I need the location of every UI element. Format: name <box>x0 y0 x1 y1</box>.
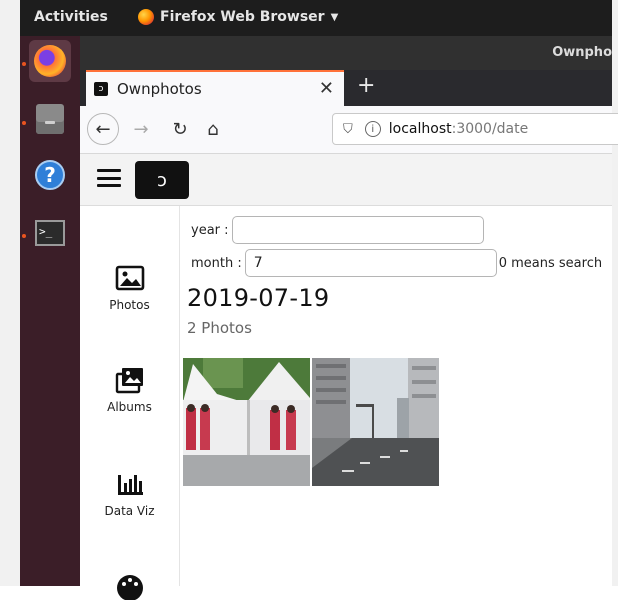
running-indicator <box>22 234 26 238</box>
dock: ? >_ <box>20 36 80 586</box>
photo-icon <box>115 265 144 291</box>
app-menu[interactable]: Firefox Web Browser ▼ <box>138 9 338 25</box>
window-titlebar[interactable]: Ownpho <box>80 36 612 70</box>
date-search-content: year : month : 0 means search 2019-07-19… <box>180 206 612 586</box>
sidebar-label: Albums <box>107 400 152 414</box>
app-header: ↄ <box>80 154 612 206</box>
new-tab-icon[interactable]: + <box>357 73 375 98</box>
arrow-left-icon: ← <box>95 118 111 140</box>
photo-grid <box>183 358 439 486</box>
url-path: :3000/date <box>451 121 529 137</box>
month-input[interactable] <box>244 249 497 277</box>
dock-firefox[interactable] <box>29 40 71 82</box>
back-button[interactable]: ← <box>87 113 119 145</box>
reload-icon: ↻ <box>172 118 188 140</box>
screen-margin-right <box>612 0 618 586</box>
tab-title: Ownphotos <box>117 80 202 98</box>
files-icon <box>36 104 64 134</box>
terminal-icon: >_ <box>35 220 65 246</box>
url-bar[interactable]: ⛉ i localhost:3000/date <box>332 113 618 145</box>
palette-icon <box>116 575 143 601</box>
sidebar-item-palette[interactable] <box>80 572 179 604</box>
top-panel: Activities Firefox Web Browser ▼ <box>20 0 612 36</box>
month-hint: 0 means search <box>498 255 603 271</box>
dock-terminal[interactable]: >_ <box>29 212 71 254</box>
screen-margin-left <box>0 0 20 586</box>
sidebar-item-data-viz[interactable]: Data Viz <box>80 470 179 518</box>
home-button[interactable]: ⌂ <box>200 113 226 145</box>
ownphotos-favicon-icon: ↄ <box>94 82 108 96</box>
help-icon: ? <box>35 160 65 190</box>
shield-icon[interactable]: ⛉ <box>343 122 353 137</box>
close-tab-icon[interactable]: ✕ <box>319 78 334 99</box>
url-host: localhost <box>388 121 452 137</box>
month-field-row: month : 0 means search <box>191 249 602 277</box>
app-menu-label: Firefox Web Browser <box>160 9 325 25</box>
year-field-row: year : <box>191 216 484 244</box>
tents-photo <box>183 358 310 486</box>
running-indicator <box>22 121 26 125</box>
caret-down-icon: ▼ <box>330 11 339 23</box>
hamburger-menu-icon[interactable] <box>97 169 121 187</box>
albums-icon <box>115 368 143 394</box>
running-indicator <box>22 62 26 66</box>
firefox-icon <box>34 45 66 77</box>
dock-help[interactable]: ? <box>29 154 71 196</box>
tab-ownphotos[interactable]: ↄ Ownphotos ✕ <box>86 70 344 106</box>
photo-thumbnail[interactable] <box>183 358 310 486</box>
forward-button[interactable]: → <box>130 113 152 145</box>
reload-button[interactable]: ↻ <box>168 113 192 145</box>
photo-count: 2 Photos <box>187 319 252 337</box>
sidebar-item-albums[interactable]: Albums <box>80 366 179 414</box>
year-label: year : <box>191 222 229 238</box>
home-icon: ⌂ <box>207 118 219 140</box>
window-title: Ownpho <box>552 45 612 60</box>
activities-button[interactable]: Activities <box>34 9 108 25</box>
month-label: month : <box>191 255 242 271</box>
ownphotos-logo[interactable]: ↄ <box>135 161 189 199</box>
dock-files[interactable] <box>29 98 71 140</box>
navigation-bar: ← → ↻ ⌂ ⛉ i localhost:3000/date <box>80 106 618 154</box>
firefox-icon <box>138 9 154 25</box>
info-icon[interactable]: i <box>364 121 381 137</box>
sidebar-item-photos[interactable]: Photos <box>80 264 179 312</box>
app-sidebar: Photos Albums Data Viz <box>80 206 180 601</box>
photo-thumbnail[interactable] <box>312 358 439 486</box>
tab-strip: ↄ Ownphotos ✕ + <box>80 70 612 106</box>
bar-chart-icon <box>117 475 143 495</box>
sidebar-label: Photos <box>109 298 150 312</box>
date-heading: 2019-07-19 <box>187 284 330 312</box>
street-photo <box>312 358 439 486</box>
sidebar-label: Data Viz <box>104 504 155 518</box>
arrow-right-icon: → <box>133 118 149 140</box>
year-input[interactable] <box>231 216 484 244</box>
